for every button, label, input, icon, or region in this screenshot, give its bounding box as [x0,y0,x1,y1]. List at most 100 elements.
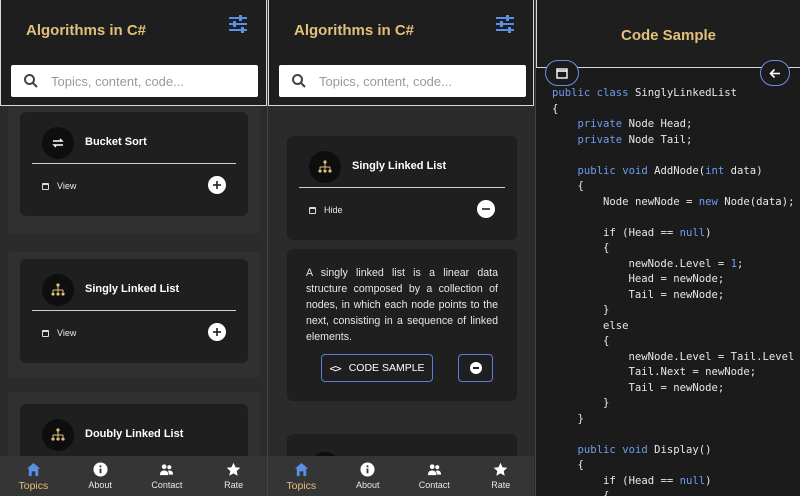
nav-label: Topics [18,480,49,492]
window-toggle-button[interactable] [545,60,579,86]
window-icon [556,67,568,79]
topic-title: Doubly Linked List [85,428,184,440]
nav-about[interactable]: About [335,456,402,496]
bucket-sort-icon [42,127,74,159]
code-block: public class SinglyLinkedList { private N… [552,86,800,496]
star-icon [226,462,241,476]
code-line: newNode.Level = 1; [628,257,744,270]
nav-label: About [88,480,112,490]
nav-contact[interactable]: Contact [401,456,468,496]
code-line: Tail = newNode; [628,381,725,394]
search-input[interactable] [51,65,251,97]
collapse-description-button[interactable] [458,354,493,382]
view-toggle[interactable]: View [42,181,76,191]
description-card: A singly linked list is a linear data st… [287,249,517,401]
code-line: Node newNode = new Node(data); [603,195,795,208]
nav-rate[interactable]: Rate [200,456,267,496]
nav-topics[interactable]: Topics [0,456,67,496]
app-title: Algorithms in C# [294,22,415,39]
plus-icon [213,181,221,189]
view-icon [42,329,49,337]
topic-card-container: Bucket Sort View [8,106,260,234]
collapse-button[interactable] [477,200,495,218]
app-title: Algorithms in C# [26,22,147,39]
filter-sliders-icon[interactable] [493,12,517,36]
search-input[interactable] [319,65,519,97]
search-bar [279,65,526,97]
app-screens: Algorithms in C# Bucket Sort View [0,0,800,496]
code-sample-screen: Code Sample public class SinglyLinkedLis… [535,0,800,496]
code-line: public class SinglyLinkedList [552,87,738,99]
code-line: { [552,490,610,496]
code-line: Tail = newNode; [628,288,725,301]
code-line: private Node Tail; [577,133,693,146]
nav-label: Contact [418,480,450,490]
code-title: Code Sample [620,27,717,44]
code-line: Tail.Next = newNode; [628,366,757,378]
nav-label: Topics [286,480,317,492]
info-icon [360,462,375,477]
code-sample-button[interactable]: <> CODE SAMPLE [321,354,433,382]
topic-card[interactable]: Bucket Sort View [20,112,248,216]
topics-screen-list: Algorithms in C# Bucket Sort View [0,0,267,496]
contact-icon [427,464,441,476]
nav-topics[interactable]: Topics [268,456,335,496]
home-icon [26,462,40,477]
code-header: Code Sample [536,0,800,68]
view-toggle[interactable]: View [42,328,76,338]
tree-icon [42,419,74,451]
code-line: } [552,397,610,409]
code-line: if (Head == null) [603,474,712,487]
bottom-navigation: Topics About Contact Rate [0,456,267,496]
nav-rate[interactable]: Rate [468,456,535,496]
code-line: { [552,242,610,254]
code-line: public void Display() [577,443,712,456]
code-line: { [552,459,584,471]
back-button[interactable] [760,60,790,86]
hide-toggle[interactable]: Hide [309,205,343,215]
nav-contact[interactable]: Contact [134,456,201,496]
topic-card[interactable]: Singly Linked List View [20,259,248,363]
bottom-navigation: Topics About Contact Rate [268,456,534,496]
nav-label: Rate [491,480,511,490]
search-bar [11,65,258,97]
expand-button[interactable] [208,323,226,341]
topic-title: Bucket Sort [85,136,147,148]
nav-label: Contact [151,480,183,490]
info-icon [93,462,108,477]
topic-description: A singly linked list is a linear data st… [306,267,498,343]
code-sample-label: CODE SAMPLE [348,362,425,374]
star-icon [493,462,508,476]
divider [32,163,236,164]
divider [32,310,236,311]
code-line: public void AddNode(int data) [577,164,763,177]
topic-title: Singly Linked List [352,160,447,172]
home-icon [294,462,308,477]
view-icon [42,182,49,190]
code-line: private Node Head; [577,118,693,130]
code-line: if (Head == null) [603,226,712,239]
code-line: newNode.Level = Tail.Level + [628,350,795,363]
topic-title: Singly Linked List [85,283,180,295]
app-header: Algorithms in C# [0,0,267,106]
code-line: else [603,319,629,332]
code-line: Head = newNode; [628,273,725,285]
expand-button[interactable] [208,176,226,194]
contact-icon [160,464,174,476]
minus-circle-icon [469,362,482,374]
divider [299,187,505,188]
topics-screen-expanded: Algorithms in C# Singly Linked List Hide… [267,0,534,496]
code-brackets-icon: <> [329,361,341,375]
arrow-left-icon [769,68,780,78]
nav-about[interactable]: About [67,456,134,496]
minus-icon [482,208,490,210]
code-line: } [552,304,610,316]
topic-card-container: Singly Linked List View [8,252,260,378]
filter-sliders-icon[interactable] [226,12,250,36]
code-line: { [552,102,559,115]
code-line: { [552,335,610,347]
topic-card[interactable]: Singly Linked List Hide [287,136,517,240]
